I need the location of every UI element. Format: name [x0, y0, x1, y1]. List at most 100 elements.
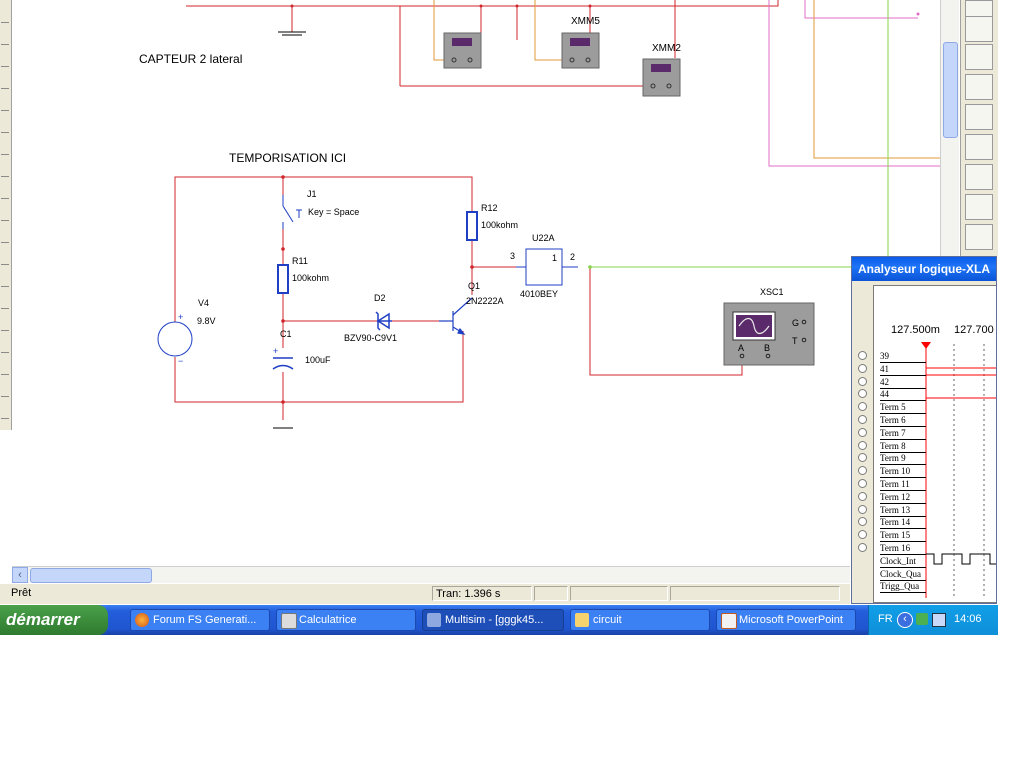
- toolbar-button[interactable]: [1, 158, 9, 177]
- channel-radio[interactable]: [858, 427, 867, 437]
- taskbar-button-multisim[interactable]: Multisim - [gggk45...: [422, 609, 564, 631]
- multimeter-xmm5[interactable]: [561, 32, 600, 69]
- taskbar-button-calculatrice[interactable]: Calculatrice: [276, 609, 416, 631]
- vertical-scroll-thumb[interactable]: [943, 42, 958, 138]
- horizontal-scrollbar[interactable]: ‹: [12, 566, 850, 583]
- channel-label: Term 12: [880, 491, 926, 504]
- channel-radio[interactable]: [858, 453, 867, 463]
- logic-converter-button[interactable]: [965, 194, 993, 220]
- monitor-icon[interactable]: [932, 613, 946, 627]
- switch-j1[interactable]: [282, 195, 302, 229]
- toolbar-button[interactable]: [1, 136, 9, 155]
- channel-label: 44: [880, 388, 926, 402]
- toolbar-button[interactable]: [1, 312, 9, 331]
- channel-radio[interactable]: [858, 530, 867, 540]
- logic-analyzer-window[interactable]: Analyseur logique-XLA 127.500m 127.700 3…: [851, 256, 997, 604]
- xsc1-ref: XSC1: [760, 287, 784, 297]
- scroll-left-arrow-icon[interactable]: ‹: [12, 567, 28, 583]
- toolbar-button[interactable]: [1, 70, 9, 89]
- toolbar-button[interactable]: [1, 334, 9, 353]
- tray-expand-icon[interactable]: ‹: [897, 612, 913, 628]
- taskbar-button-label: Calculatrice: [299, 614, 357, 626]
- channel-label: Term 9: [880, 452, 926, 466]
- wattmeter-button[interactable]: [965, 44, 993, 70]
- language-indicator[interactable]: FR: [878, 613, 893, 625]
- toolbar-button[interactable]: [1, 246, 9, 265]
- multimeter-xmm-left[interactable]: [443, 32, 482, 69]
- gate-u22a[interactable]: [516, 248, 578, 286]
- toolbar-button[interactable]: [1, 356, 9, 375]
- zener-diode-d2[interactable]: [375, 311, 392, 331]
- oscilloscope-xsc1[interactable]: [723, 302, 815, 366]
- channel-radio[interactable]: [858, 543, 867, 552]
- tempo-heading: TEMPORISATION ICI: [229, 151, 346, 165]
- r12-ref: R12: [481, 203, 498, 213]
- logic-analyzer-title[interactable]: Analyseur logique-XLA: [852, 257, 996, 281]
- taskbar-button-forum[interactable]: Forum FS Generati...: [130, 609, 270, 631]
- toolbar-button[interactable]: [1, 92, 9, 111]
- channel-radio[interactable]: [858, 363, 867, 373]
- taskbar-button-powerpoint[interactable]: Microsoft PowerPoint: [716, 609, 856, 631]
- xsc1-g-label: G: [792, 318, 799, 328]
- clock[interactable]: 14:06: [954, 613, 982, 625]
- taskbar-button-label: Forum FS Generati...: [153, 614, 257, 626]
- word-generator-button[interactable]: [965, 134, 993, 160]
- channel-label: Term 5: [880, 401, 926, 415]
- toolbar-button[interactable]: [1, 48, 9, 67]
- channel-radio[interactable]: [858, 389, 867, 399]
- channel-radio[interactable]: [858, 466, 867, 476]
- vertical-scrollbar[interactable]: [940, 0, 959, 256]
- toolbar-button[interactable]: [1, 202, 9, 221]
- calculator-icon: [281, 613, 297, 629]
- system-tray: FR ‹ 14:06: [868, 605, 998, 635]
- toolbar-button[interactable]: [1, 378, 9, 397]
- channel-radio[interactable]: [858, 517, 867, 527]
- channel-radio[interactable]: [858, 351, 867, 360]
- svg-text:+: +: [178, 312, 183, 322]
- distortion-analyzer-button[interactable]: [965, 224, 993, 250]
- channel-radio[interactable]: [858, 491, 867, 501]
- xmm5-label: XMM5: [571, 16, 600, 27]
- channel-radio[interactable]: [858, 376, 867, 386]
- toolbar-button[interactable]: [1, 4, 9, 23]
- resistor-r11[interactable]: [277, 264, 289, 294]
- u22a-value: 4010BEY: [520, 289, 558, 299]
- toolbar-button[interactable]: [1, 224, 9, 243]
- toolbar-button[interactable]: [1, 180, 9, 199]
- taskbar-button-label: Multisim - [gggk45...: [445, 614, 544, 626]
- toolbar-button[interactable]: [1, 400, 9, 419]
- simulation-time: Tran: 1.396 s: [432, 586, 532, 601]
- toolbar-button[interactable]: [1, 114, 9, 133]
- logic-analyzer-button[interactable]: [965, 164, 993, 190]
- schematic-canvas[interactable]: XMM5 XMM2 CAPTEUR 2 lateral TEMPORISATIO…: [12, 0, 940, 565]
- channel-radio[interactable]: [858, 479, 867, 488]
- channel-label: Clock_Int: [880, 555, 926, 568]
- toolbar-button[interactable]: [1, 268, 9, 287]
- bode-plotter-button[interactable]: [965, 104, 993, 130]
- tempo-wiring: [174, 176, 743, 420]
- resistor-r12[interactable]: [466, 211, 478, 241]
- d2-value: BZV90-C9V1: [344, 333, 397, 343]
- channel-label: Trigg_Qua: [880, 580, 926, 594]
- j1-ref: J1: [307, 189, 317, 199]
- channel-radio[interactable]: [858, 415, 867, 424]
- j1-value: Key = Space: [308, 207, 359, 217]
- toolbar-button[interactable]: [1, 290, 9, 309]
- network-icon[interactable]: [916, 613, 928, 625]
- logic-analyzer-display[interactable]: 127.500m 127.700 39 41 42 44 Term 5 Term 6 Ter…: [873, 285, 996, 603]
- capacitor-c1[interactable]: +: [272, 346, 294, 370]
- multisim-icon: [427, 613, 441, 627]
- channel-radio[interactable]: [858, 504, 867, 514]
- channel-radio[interactable]: [858, 402, 867, 412]
- horizontal-scroll-thumb[interactable]: [30, 568, 152, 583]
- channel-radio[interactable]: [858, 440, 867, 450]
- status-bar: Prêt Tran: 1.396 s: [0, 583, 850, 604]
- channel-label: Term 11: [880, 478, 926, 491]
- start-button[interactable]: démarrer: [0, 605, 108, 635]
- taskbar-button-circuit[interactable]: circuit: [570, 609, 710, 631]
- toolbar-button[interactable]: [1, 26, 9, 45]
- multimeter-xmm2[interactable]: [642, 58, 681, 97]
- oscilloscope-button[interactable]: [965, 74, 993, 100]
- channel-label: Clock_Qua: [880, 568, 926, 581]
- function-generator-button[interactable]: [965, 16, 993, 42]
